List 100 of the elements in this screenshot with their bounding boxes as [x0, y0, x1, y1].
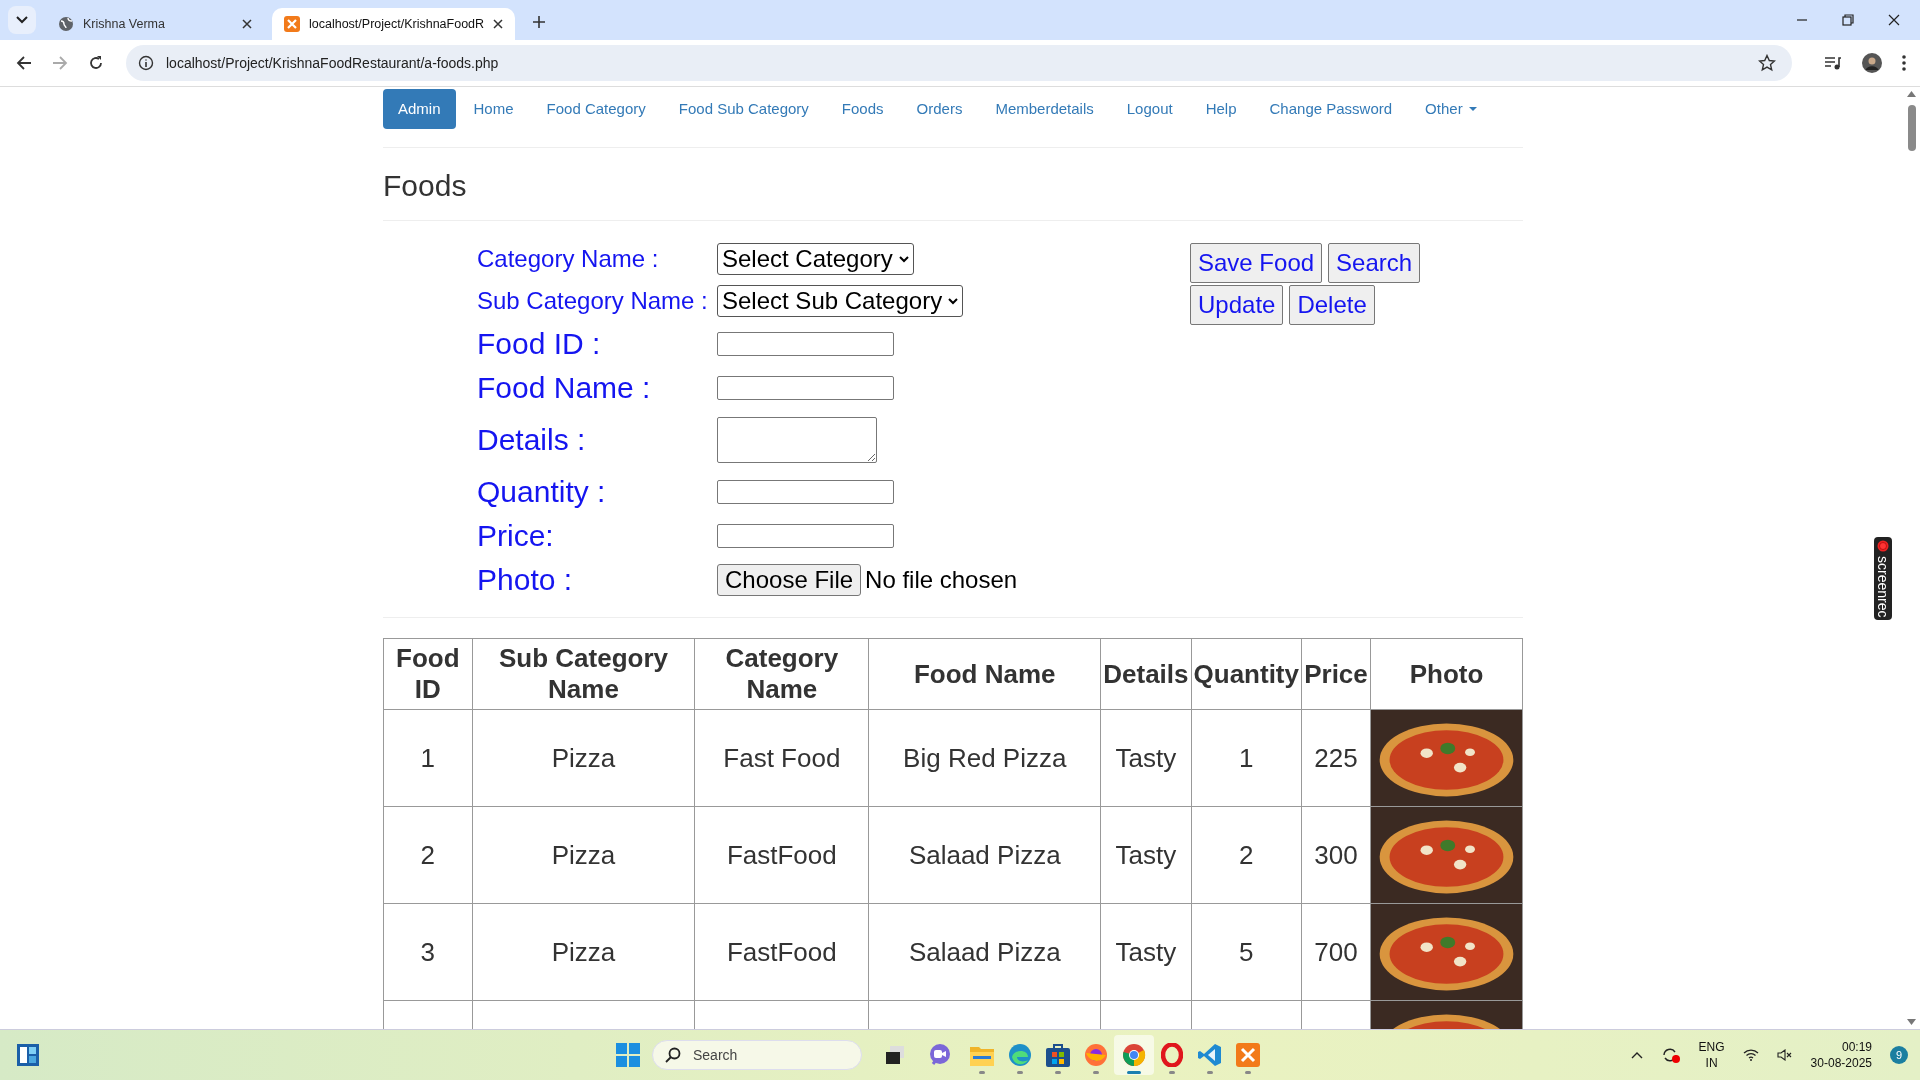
column-header: Details	[1100, 638, 1192, 710]
form-button[interactable]: Save Food	[1190, 243, 1323, 283]
column-header: Sub Category Name	[472, 638, 695, 710]
avatar-icon[interactable]	[1862, 53, 1882, 73]
nav-link[interactable]: Other	[1410, 89, 1492, 129]
close-icon[interactable]	[242, 19, 252, 29]
star-icon[interactable]	[1758, 54, 1776, 72]
column-header: Category Name	[694, 638, 869, 710]
back-icon[interactable]	[16, 55, 32, 71]
xampp-icon	[1236, 1043, 1260, 1067]
form-button[interactable]: Delete	[1289, 285, 1375, 325]
table-cell: 700	[1301, 903, 1371, 1001]
column-header: Food Name	[868, 638, 1101, 710]
language-text: ENG	[1698, 1039, 1725, 1055]
chevron-down-icon	[948, 297, 959, 305]
table-cell: Big Red Pizza	[868, 709, 1101, 807]
sync-icon[interactable]	[1660, 1046, 1681, 1064]
new-tab-icon[interactable]	[533, 16, 546, 28]
search-icon	[665, 1047, 681, 1063]
table-cell: Pizza	[472, 806, 695, 904]
table-cell: Tasty	[1100, 709, 1192, 807]
folder-icon	[970, 1044, 994, 1066]
chat-icon[interactable]	[928, 1043, 952, 1067]
input-field[interactable]	[717, 524, 894, 548]
xampp-icon	[284, 16, 300, 32]
table-cell: 1	[1191, 709, 1302, 807]
widgets-icon[interactable]	[16, 1043, 40, 1067]
field-label: Sub Category Name :	[477, 287, 709, 315]
dropdown[interactable]: Select Sub Category	[717, 285, 964, 317]
ring-icon	[1161, 1043, 1183, 1067]
reload-icon[interactable]	[88, 55, 104, 71]
input-field[interactable]	[717, 376, 894, 400]
dropdown[interactable]: Select Category	[717, 243, 914, 275]
media-icon[interactable]	[1824, 55, 1842, 71]
chevron-up-icon[interactable]	[1630, 1051, 1643, 1059]
clock[interactable]: 00:19 30-08-2025	[1810, 1039, 1872, 1071]
table-cell: Fast Food	[694, 709, 869, 807]
table-cell: 3	[383, 903, 473, 1001]
column-header: Price	[1301, 638, 1371, 710]
close-icon[interactable]	[1888, 14, 1900, 26]
form-button[interactable]: Search	[1328, 243, 1421, 283]
tab-title: Krishna Verma	[83, 17, 166, 31]
restore-icon[interactable]	[1842, 14, 1854, 26]
taskbar-search[interactable]: Search	[652, 1040, 862, 1070]
nav-link[interactable]: Change Password	[1254, 89, 1408, 129]
windows-start-icon[interactable]	[616, 1043, 640, 1067]
field-label: Details :	[477, 423, 587, 457]
scroll-up-icon[interactable]	[1907, 91, 1916, 97]
recorder-widget[interactable]: screenrec	[1874, 537, 1892, 621]
browser-tab[interactable]: localhost/Project/KrishnaFoodR	[272, 8, 516, 40]
scrollbar-thumb[interactable]	[1907, 105, 1916, 151]
taskbar-app[interactable]	[1114, 1035, 1154, 1075]
nav-link[interactable]: Orders	[901, 89, 978, 129]
code-editor-icon	[1198, 1043, 1222, 1067]
table-cell: Tasty	[1100, 806, 1192, 904]
chevron-down-icon	[16, 16, 28, 24]
table-cell: 2	[383, 806, 473, 904]
browser-icon	[1008, 1043, 1032, 1067]
chevron-down-icon	[898, 255, 909, 263]
tab-list-button[interactable]	[8, 6, 36, 34]
nav-link[interactable]: Logout	[1111, 89, 1188, 129]
muted-speaker-icon[interactable]	[1776, 1049, 1793, 1061]
form-button[interactable]: Update	[1190, 285, 1284, 325]
clock-time: 00:19	[1841, 1039, 1872, 1055]
nav-link[interactable]: Home	[458, 89, 529, 129]
field-label: Food Name :	[477, 371, 652, 405]
file-status: No file chosen	[865, 566, 1018, 594]
choose-file-button[interactable]: Choose File	[717, 564, 862, 596]
text-area[interactable]	[717, 417, 877, 463]
nav-link[interactable]: Food Sub Category	[663, 89, 824, 129]
table-cell: 225	[1301, 709, 1371, 807]
fox-browser-icon	[1084, 1043, 1108, 1067]
nav-link[interactable]: Admin	[383, 89, 456, 129]
globe-icon	[58, 16, 74, 32]
column-header: Food ID	[383, 638, 473, 710]
field-label: Price:	[477, 519, 555, 553]
nav-link[interactable]: Foods	[826, 89, 899, 129]
nav-link[interactable]: Food Category	[531, 89, 661, 129]
language-text: IN	[1705, 1055, 1718, 1071]
table-cell: Salaad Pizza	[868, 806, 1101, 904]
record-icon	[1877, 540, 1889, 552]
nav-link[interactable]: Help	[1190, 89, 1252, 129]
field-label: Category Name :	[477, 245, 660, 273]
language-indicator[interactable]: ENG IN	[1698, 1039, 1725, 1071]
address-bar[interactable]: localhost/Project/KrishnaFoodRestaurant/a-foods.php	[126, 45, 1792, 81]
input-field[interactable]	[717, 332, 894, 356]
notification-badge[interactable]: 9	[1890, 1046, 1908, 1064]
chrome-icon	[1122, 1043, 1146, 1067]
table-cell: Tasty	[1100, 903, 1192, 1001]
nav-link[interactable]: Memberdetails	[980, 89, 1109, 129]
wifi-icon[interactable]	[1742, 1049, 1759, 1061]
table-cell: Pizza	[472, 903, 695, 1001]
input-field[interactable]	[717, 480, 894, 504]
menu-icon[interactable]	[1902, 55, 1906, 71]
page-heading: Foods	[383, 168, 468, 204]
clock-date: 30-08-2025	[1810, 1055, 1872, 1071]
task-view-icon[interactable]	[884, 1044, 906, 1066]
browser-tab[interactable]: Krishna Verma	[46, 8, 264, 40]
close-icon[interactable]	[493, 19, 504, 29]
scroll-down-icon[interactable]	[1907, 1019, 1916, 1025]
